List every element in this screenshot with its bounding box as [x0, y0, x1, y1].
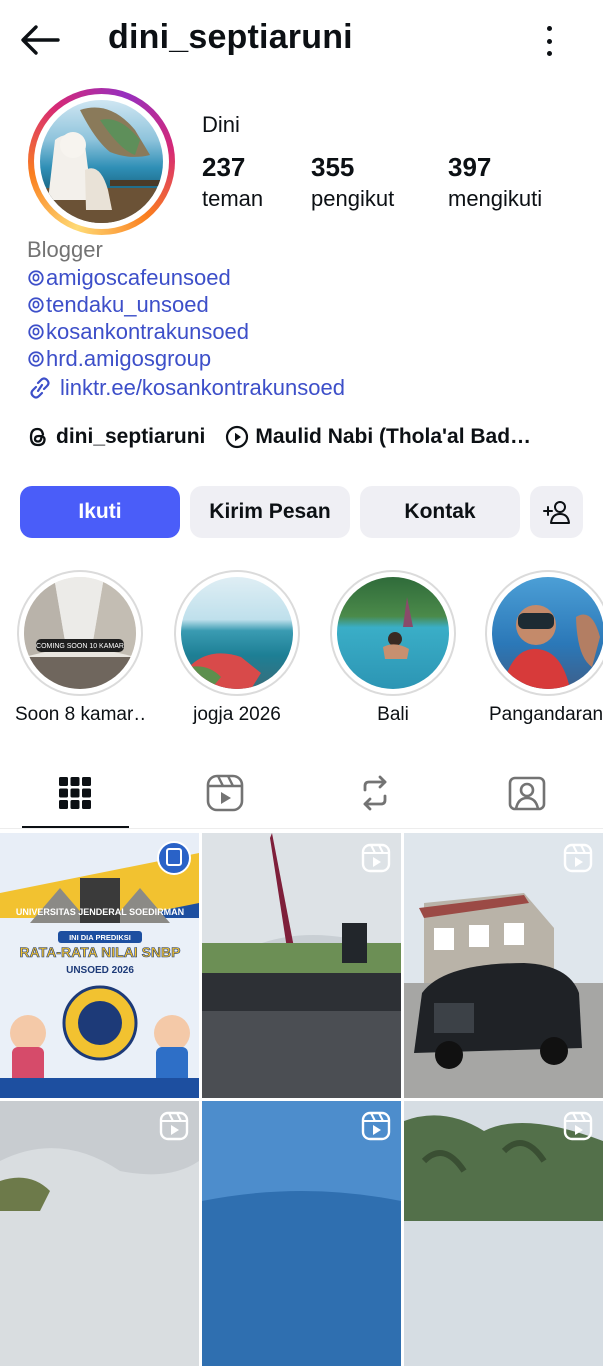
highlight-cover	[492, 577, 603, 689]
post-thumbnail[interactable]	[404, 833, 603, 1098]
carousel-icon	[166, 848, 182, 866]
story-ring[interactable]	[28, 88, 175, 235]
music-badge[interactable]: Maulid Nabi (Thola'al Bad…	[225, 425, 531, 449]
highlight-item[interactable]: Bali	[328, 570, 458, 726]
threads-mention-icon	[28, 269, 44, 286]
profile-username: dini_septiaruni	[108, 18, 353, 56]
highlight-item[interactable]: COMING SOON 10 KAMAR Soon 8 kamar…	[15, 570, 145, 726]
play-circle-icon	[226, 425, 249, 449]
threads-icon	[29, 427, 46, 447]
external-link[interactable]: linktr.ee/kosankontrakunsoed	[27, 374, 345, 401]
highlight-cover	[181, 577, 293, 689]
mention-link[interactable]: tendaku_unsoed	[27, 291, 345, 318]
reels-icon	[361, 843, 391, 873]
reels-icon	[563, 843, 593, 873]
reels-icon	[159, 1111, 189, 1141]
carousel-badge	[157, 841, 191, 875]
highlight-cover	[337, 577, 449, 689]
profile-badges-row: dini_septiaruni Maulid Nabi (Thola'al Ba…	[26, 422, 551, 452]
add-person-icon	[542, 501, 570, 524]
highlight-label: Bali	[377, 704, 409, 725]
post-thumbnail[interactable]	[202, 1101, 401, 1366]
mention-link[interactable]: amigoscafeunsoed	[27, 264, 345, 291]
stat-label: mengikuti	[448, 186, 543, 211]
mention-link[interactable]: hrd.amigosgroup	[27, 345, 345, 372]
threads-badge[interactable]: dini_septiaruni	[26, 425, 205, 449]
message-button[interactable]: Kirim Pesan	[190, 486, 350, 538]
profile-category: Blogger	[27, 237, 103, 262]
repost-icon	[363, 775, 387, 811]
tab-reels[interactable]	[150, 760, 300, 826]
threads-mention-icon	[28, 350, 44, 367]
svg-text:COMING SOON 10 KAMAR: COMING SOON 10 KAMAR	[36, 643, 124, 650]
post-thumbnail[interactable]	[202, 833, 401, 1098]
stat-value: 355	[311, 152, 355, 182]
suggested-users-button[interactable]	[530, 486, 583, 538]
highlight-item[interactable]: Pangandaran2	[485, 570, 603, 726]
follow-button[interactable]: Ikuti	[20, 486, 180, 538]
reels-icon	[361, 1111, 391, 1141]
highlight-cover: COMING SOON 10 KAMAR	[24, 577, 136, 689]
post-thumbnail[interactable]	[0, 1101, 199, 1366]
tab-posts[interactable]	[0, 760, 150, 826]
reels-icon	[206, 774, 244, 812]
back-arrow-icon	[21, 25, 60, 55]
profile-tabs	[0, 760, 603, 830]
svg-text:INI DIA PREDIKSI: INI DIA PREDIKSI	[69, 933, 131, 942]
display-name: Dini	[202, 112, 240, 137]
more-options-button[interactable]	[534, 22, 564, 60]
tagged-icon	[508, 776, 546, 811]
tab-tagged[interactable]	[452, 760, 602, 826]
bio: Blogger amigoscafeunsoed tendaku_unsoed …	[27, 236, 345, 401]
stat-following[interactable]: 397 mengikuti	[448, 152, 542, 216]
top-bar: dini_septiaruni	[0, 0, 603, 82]
avatar	[40, 100, 163, 223]
highlight-item[interactable]: jogja 2026	[172, 570, 302, 726]
more-dot-icon	[546, 51, 552, 56]
stat-value: 397	[448, 152, 492, 182]
reels-icon	[563, 1111, 593, 1141]
grid-icon	[59, 777, 91, 809]
tab-reposts[interactable]	[300, 760, 450, 826]
contact-button[interactable]: Kontak	[360, 486, 520, 538]
highlight-label: jogja 2026	[193, 704, 281, 725]
post-thumbnail[interactable]	[404, 1101, 603, 1366]
highlight-label: Soon 8 kamar…	[15, 704, 145, 725]
stat-friends[interactable]: 237 teman	[202, 152, 263, 216]
svg-text:RATA-RATA NILAI SNBP: RATA-RATA NILAI SNBP	[20, 944, 181, 960]
more-dot-icon	[546, 26, 552, 31]
back-button[interactable]	[18, 20, 62, 60]
link-icon	[30, 376, 50, 399]
svg-text:UNIVERSITAS JENDERAL SOEDIRMAN: UNIVERSITAS JENDERAL SOEDIRMAN	[16, 907, 184, 917]
stat-value: 237	[202, 152, 246, 182]
svg-text:UNSOED 2026: UNSOED 2026	[66, 965, 134, 976]
threads-mention-icon	[28, 296, 44, 313]
stat-label: pengikut	[311, 186, 395, 211]
mention-link[interactable]: kosankontrakunsoed	[27, 318, 345, 345]
more-dot-icon	[546, 38, 552, 44]
stat-followers[interactable]: 355 pengikut	[311, 152, 394, 216]
highlight-label: Pangandaran2	[489, 704, 603, 725]
post-thumbnail[interactable]: UNIVERSITAS JENDERAL SOEDIRMAN INI DIA P…	[0, 833, 199, 1098]
avatar-photo	[40, 107, 163, 223]
stat-label: teman	[202, 186, 264, 211]
threads-mention-icon	[28, 323, 44, 340]
